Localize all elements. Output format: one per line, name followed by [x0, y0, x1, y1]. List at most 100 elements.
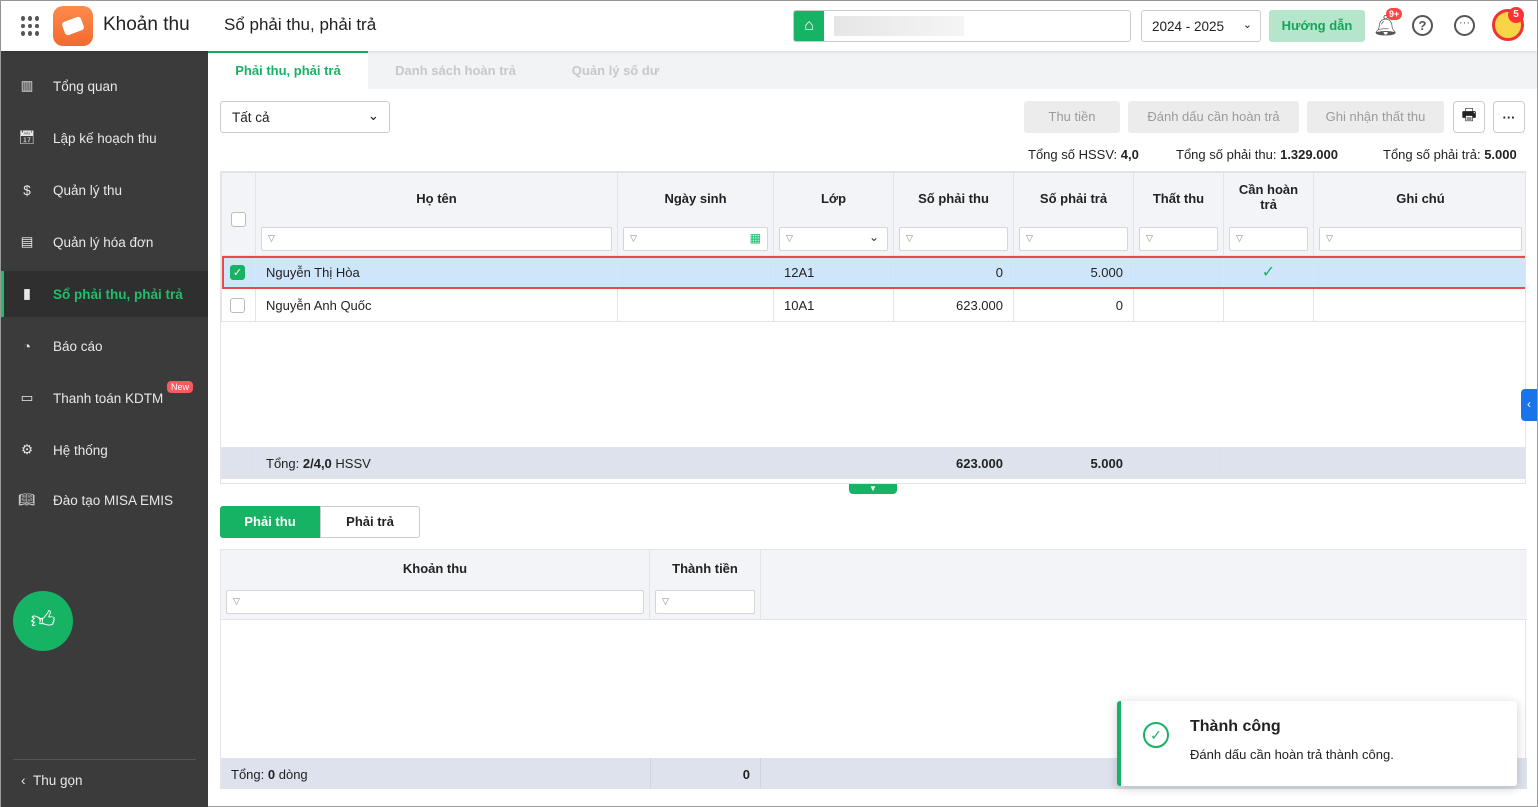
detail-tab-receivable[interactable]: Phải thu [220, 506, 320, 538]
sidebar-item-invoices[interactable]: ▤ Quản lý hóa đơn [1, 219, 208, 265]
collapse-label: Thu gọn [33, 773, 83, 788]
sidebar-item-label: Lập kế hoạch thu [53, 130, 157, 146]
summary-students: Tổng số HSSV: 4,0 [1028, 147, 1139, 162]
more-actions-button[interactable]: ··· [1493, 101, 1525, 133]
chevron-down-icon: ⌄ [868, 230, 879, 244]
filter-input-name[interactable]: ▽ [261, 227, 612, 251]
filter-input-fee[interactable]: ▽ [226, 590, 644, 614]
sidebar-item-label: Quản lý hóa đơn [53, 234, 154, 250]
pie-chart-icon: ◔ [22, 338, 32, 354]
refund-check-icon: ✓ [1223, 255, 1314, 289]
ellipsis-icon: ··· [1502, 109, 1516, 125]
school-year-select[interactable]: 2024 - 2025 ⌄ [1141, 10, 1261, 42]
collapse-sidebar-button[interactable]: ‹ Thu gọn [21, 773, 83, 788]
calendar-icon[interactable]: ▦ [750, 231, 761, 245]
cell-receivable: 0 [893, 255, 1014, 289]
cell-class: 12A1 [773, 255, 894, 289]
column-header-name: Họ tên ▽ [255, 172, 618, 256]
sidebar-item-ledger[interactable]: ▮ Sổ phải thu, phải trả [1, 271, 208, 317]
sidebar-item-system[interactable]: ⚙ Hệ thống [1, 427, 208, 473]
sidebar-item-label: Tổng quan [53, 78, 118, 94]
mark-refund-button[interactable]: Đánh dấu cần hoàn trả [1128, 101, 1299, 133]
notification-badge: 9+ [1386, 8, 1403, 20]
bar-chart-icon: ▥ [20, 78, 34, 93]
sidebar-item-collection[interactable]: $ Quản lý thu [1, 167, 208, 213]
collect-money-button[interactable]: Thu tiền [1024, 101, 1120, 133]
table-row[interactable]: ✓ Nguyễn Thị Hòa 12A1 0 5.000 ✓ [221, 255, 1525, 289]
status-filter-select[interactable]: Tất cả ⌄ [220, 101, 390, 133]
filter-input-payable[interactable]: ▽ [1019, 227, 1128, 251]
record-loss-button[interactable]: Ghi nhận thất thu [1307, 101, 1444, 133]
open-book-icon: 📖︎ [18, 492, 36, 507]
new-badge: New [167, 381, 194, 393]
sidebar-item-label: Quản lý thu [53, 182, 123, 198]
table-footer-row: Tổng: 2/4,0 HSSV 623.000 5.000 [221, 447, 1525, 479]
cell-dob [617, 288, 774, 322]
sidebar-item-label: Báo cáo [53, 338, 103, 354]
sidebar-item-label: Hệ thống [53, 442, 108, 458]
top-header: Khoản thu Sổ phải thu, phải trả ⌂ 2024 -… [1, 1, 1537, 51]
column-header-payable: Số phải trả ▽ [1013, 172, 1134, 256]
chevron-left-icon: ‹ [21, 773, 33, 788]
app-logo-icon [53, 6, 93, 46]
footer-payable: 5.000 [1013, 447, 1134, 479]
apps-grid-icon[interactable] [21, 16, 41, 36]
ledger-table: Họ tên ▽ Ngày sinh ▽ ▦ Lớp ▽ ⌄ Số phải thu ▽ S… [220, 171, 1526, 484]
cell-loss [1133, 255, 1224, 289]
chevron-down-icon: ⌄ [367, 108, 379, 123]
cell-receivable: 623.000 [893, 288, 1014, 322]
sidebar-item-label: Sổ phải thu, phải trả [53, 286, 183, 302]
table-header-row: Họ tên ▽ Ngày sinh ▽ ▦ Lớp ▽ ⌄ Số phải thu ▽ S… [221, 172, 1525, 256]
print-button[interactable]: 🖶 [1453, 101, 1485, 133]
side-panel-toggle[interactable]: ‹ [1521, 389, 1537, 421]
printer-icon: 🖶 [1461, 106, 1477, 124]
card-icon: ▭ [20, 390, 34, 405]
school-name-blurred [834, 16, 964, 36]
document-icon: ▤ [20, 234, 34, 249]
filter-input-refund[interactable]: ▽ [1229, 227, 1308, 251]
guide-button[interactable]: Hướng dẫn [1269, 10, 1365, 42]
column-header-receivable: Số phải thu ▽ [893, 172, 1014, 256]
tab-receivable-payable[interactable]: Phải thu, phải trả [208, 51, 368, 89]
success-check-icon: ✓ [1143, 722, 1169, 748]
detail-tab-payable[interactable]: Phải trả [320, 506, 420, 538]
tab-balance[interactable]: Quản lý số dư [543, 51, 688, 89]
sidebar: ▥ Tổng quan 📅︎ Lập kế hoạch thu $ Quản lý t… [1, 51, 208, 807]
chevron-down-icon: ⌄ [1239, 18, 1252, 31]
calendar-dollar-icon: 📅︎ [18, 130, 36, 145]
table-row[interactable]: Nguyễn Anh Quốc 10A1 623.000 0 [221, 288, 1525, 322]
collapse-detail-handle[interactable]: ▼ [849, 484, 897, 494]
school-selector[interactable]: ⌂ [793, 10, 1131, 42]
ledger-book-icon: ▮ [23, 286, 31, 301]
detail-footer-amount: 0 [650, 758, 761, 789]
filter-input-note[interactable]: ▽ [1319, 227, 1522, 251]
cell-class: 10A1 [773, 288, 894, 322]
app-name: Khoản thu [103, 14, 190, 35]
filter-input-dob[interactable]: ▽ ▦ [623, 227, 768, 251]
home-icon: ⌂ [794, 11, 824, 41]
sidebar-item-cashless[interactable]: ▭ Thanh toán KDTM New [1, 375, 208, 421]
sidebar-item-reports[interactable]: ◔ Báo cáo [1, 323, 208, 369]
sidebar-item-plan[interactable]: 📅︎ Lập kế hoạch thu [1, 115, 208, 161]
filter-select-class[interactable]: ▽ ⌄ [779, 227, 888, 251]
select-all-checkbox[interactable] [231, 212, 246, 228]
summary-payable: Tổng số phải trả: 5.000 [1383, 147, 1517, 162]
filter-input-loss[interactable]: ▽ [1139, 227, 1218, 251]
sidebar-item-overview[interactable]: ▥ Tổng quan [1, 63, 208, 109]
sidebar-item-training[interactable]: 📖︎ Đào tạo MISA EMIS [1, 477, 208, 523]
cell-note [1313, 255, 1525, 289]
tab-bar: Phải thu, phải trả Danh sách hoàn trả Qu… [208, 51, 1537, 89]
column-header-class: Lớp ▽ ⌄ [773, 172, 894, 256]
cell-dob [617, 255, 774, 289]
filter-input-amount[interactable]: ▽ [655, 590, 755, 614]
help-icon[interactable]: ? [1412, 15, 1433, 36]
more-icon[interactable]: ··· [1454, 15, 1475, 36]
filter-input-receivable[interactable]: ▽ [899, 227, 1008, 251]
row-checkbox[interactable] [230, 298, 245, 314]
summary-receivable: Tổng số phải thu: 1.329.000 [1176, 147, 1338, 162]
row-checkbox[interactable]: ✓ [230, 265, 245, 281]
status-filter-value: Tất cả [232, 110, 270, 125]
tab-refund-list[interactable]: Danh sách hoàn trả [368, 51, 543, 89]
feedback-thumbs-up-button[interactable]: 👍︎ [13, 591, 73, 651]
column-header-refund: Cần hoàn trả ▽ [1223, 172, 1314, 256]
